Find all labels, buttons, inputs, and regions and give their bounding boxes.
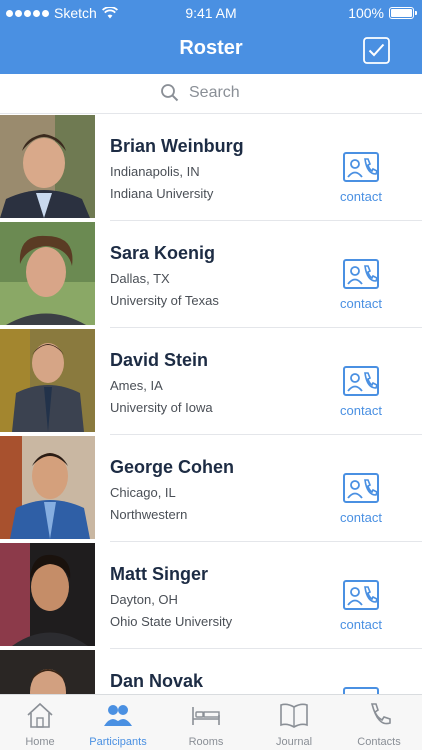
tab-label: Home: [25, 736, 55, 748]
tab-home[interactable]: Home: [0, 701, 80, 748]
contact-card-icon: [343, 580, 379, 610]
contact-label: contact: [340, 617, 382, 632]
avatar: [0, 115, 95, 218]
phone-icon: [370, 703, 391, 725]
avatar: [0, 436, 95, 539]
avatar: [0, 222, 95, 325]
participant-name: Dan Novak: [110, 671, 204, 691]
participant-school: University of Iowa: [110, 400, 213, 415]
avatar: [0, 650, 95, 694]
participant-name: David Stein: [110, 350, 209, 370]
avatar: [0, 543, 95, 646]
participant-list: Brian Weinburg Indianapolis, IN Indiana …: [0, 114, 422, 694]
participant-location: Dayton, OH: [110, 592, 178, 607]
contact-label: contact: [340, 403, 382, 418]
participant-location: Indianapolis, IN: [110, 164, 200, 179]
tab-label: Journal: [275, 736, 313, 748]
contact-label: contact: [340, 296, 382, 311]
tab-label: Contacts: [357, 736, 401, 748]
contact-button[interactable]: contact: [336, 580, 386, 632]
search-bar[interactable]: Search: [0, 74, 422, 114]
contact-card-icon: [343, 366, 379, 396]
participant-school: Ohio State University: [110, 614, 233, 629]
search-icon: [161, 84, 179, 102]
participant-name: Matt Singer: [110, 564, 209, 584]
list-item[interactable]: Dan Novak: [0, 649, 422, 694]
search-input[interactable]: Search: [189, 84, 240, 102]
contact-button[interactable]: contact: [336, 366, 386, 418]
home-icon: [27, 702, 53, 728]
list-item[interactable]: Sara Koenig Dallas, TX University of Tex…: [0, 221, 422, 328]
checkbox-icon[interactable]: [363, 37, 390, 64]
list-item[interactable]: Brian Weinburg Indianapolis, IN Indiana …: [0, 114, 422, 221]
contact-button[interactable]: [336, 687, 386, 694]
people-icon: [104, 705, 132, 726]
contact-card-icon: [343, 259, 379, 289]
participant-school: Northwestern: [110, 507, 188, 522]
status-bar: Sketch 9:41 AM 100%: [0, 0, 422, 26]
battery-icon: [389, 7, 417, 19]
book-icon: [280, 703, 308, 728]
page-title: Roster: [179, 37, 243, 59]
battery-status: 100%: [348, 5, 417, 21]
battery-percent: 100%: [348, 5, 384, 21]
contact-card-icon: [343, 687, 379, 694]
participant-location: Ames, IA: [110, 378, 163, 393]
contact-card-icon: [343, 152, 379, 182]
participant-name: George Cohen: [110, 457, 235, 477]
participant-location: Chicago, IL: [110, 485, 176, 500]
contact-label: contact: [340, 189, 382, 204]
list-item[interactable]: George Cohen Chicago, IL Northwestern co…: [0, 435, 422, 542]
tab-journal[interactable]: Journal: [254, 701, 334, 748]
tab-label: Rooms: [188, 736, 224, 748]
bed-icon: [192, 707, 220, 725]
participant-name: Sara Koenig: [110, 243, 216, 263]
contact-button[interactable]: contact: [336, 473, 386, 525]
tab-label: Participants: [89, 736, 147, 748]
participant-location: Dallas, TX: [110, 271, 170, 286]
contact-label: contact: [340, 510, 382, 525]
tab-contacts[interactable]: Contacts: [339, 701, 419, 748]
contact-card-icon: [343, 473, 379, 503]
tab-bar: Home Participants Rooms Journal Contacts: [0, 694, 422, 750]
list-item[interactable]: Matt Singer Dayton, OH Ohio State Univer…: [0, 542, 422, 649]
participant-school: Indiana University: [110, 186, 214, 201]
list-item[interactable]: David Stein Ames, IA University of Iowa …: [0, 328, 422, 435]
navigation-bar: Sketch 9:41 AM 100% Roster: [0, 0, 422, 74]
contact-button[interactable]: contact: [336, 152, 386, 204]
participant-school: University of Texas: [110, 293, 219, 308]
tab-rooms[interactable]: Rooms: [166, 701, 246, 748]
avatar: [0, 329, 95, 432]
tab-participants[interactable]: Participants: [78, 701, 158, 748]
contact-button[interactable]: contact: [336, 259, 386, 311]
participant-name: Brian Weinburg: [110, 136, 244, 156]
